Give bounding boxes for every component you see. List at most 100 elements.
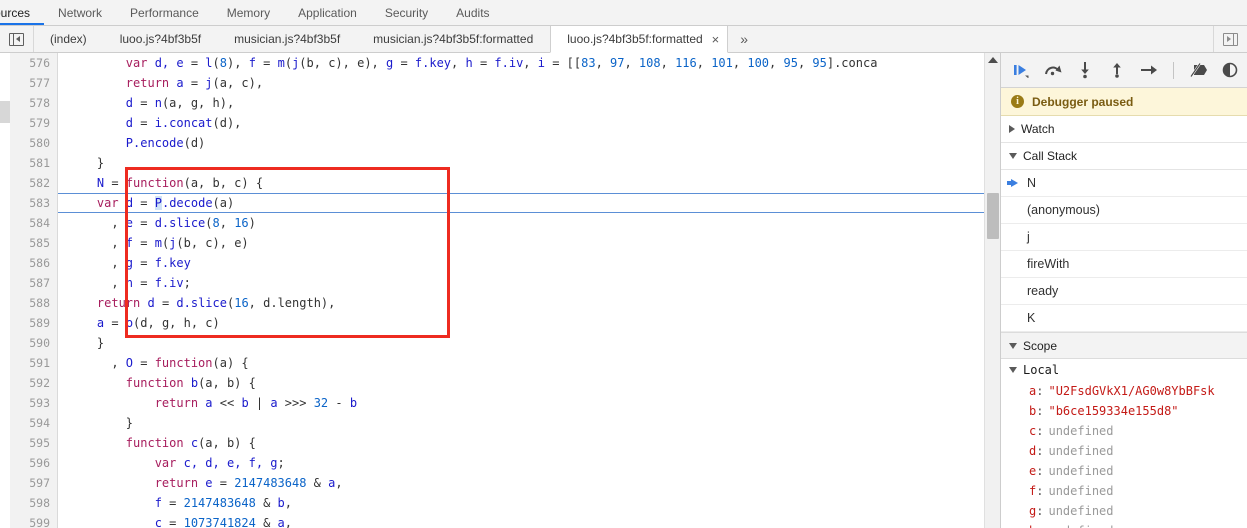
line-number[interactable]: 577 <box>10 73 58 93</box>
code-line[interactable]: 587 , h = f.iv; <box>10 273 984 293</box>
code-line[interactable]: 578 d = n(a, g, h), <box>10 93 984 113</box>
code-line-text[interactable]: d = n(a, g, h), <box>58 93 984 113</box>
line-number[interactable]: 583 <box>10 193 58 213</box>
code-line[interactable]: 598 f = 2147483648 & b, <box>10 493 984 513</box>
more-tabs-button[interactable]: » <box>728 26 760 52</box>
line-number[interactable]: 594 <box>10 413 58 433</box>
code-line-text[interactable]: , f = m(j(b, c), e) <box>58 233 984 253</box>
scope-section-header[interactable]: Scope <box>1001 332 1247 359</box>
code-line[interactable]: 577 return a = j(a, c), <box>10 73 984 93</box>
code-line[interactable]: 583 var d = P.decode(a) <box>10 193 984 213</box>
step-out-of-current-function-button[interactable] <box>1106 59 1128 81</box>
line-number[interactable]: 599 <box>10 513 58 528</box>
pause-on-exceptions-button[interactable] <box>1219 59 1241 81</box>
editor-left-rail[interactable] <box>0 53 10 528</box>
line-number[interactable]: 593 <box>10 393 58 413</box>
line-number[interactable]: 579 <box>10 113 58 133</box>
scrollbar-thumb[interactable] <box>987 193 999 239</box>
code-line-text[interactable]: return a = j(a, c), <box>58 73 984 93</box>
code-line[interactable]: 581 } <box>10 153 984 173</box>
step-over-next-function-call-button[interactable] <box>1042 59 1064 81</box>
scope-variable-row[interactable]: b: "b6ce159334e155d8" <box>1001 401 1247 421</box>
line-number[interactable]: 589 <box>10 313 58 333</box>
code-viewport[interactable]: 576 var d, e = l(8), f = m(j(b, c), e), … <box>10 53 984 528</box>
code-line[interactable]: 580 P.encode(d) <box>10 133 984 153</box>
code-line[interactable]: 594 } <box>10 413 984 433</box>
code-line[interactable]: 586 , g = f.key <box>10 253 984 273</box>
scope-variable-row[interactable]: g: undefined <box>1001 501 1247 521</box>
file-tab-musician-js[interactable]: musician.js?4bf3b5f <box>218 26 357 52</box>
left-rail-thumb[interactable] <box>0 101 10 123</box>
watch-section-header[interactable]: Watch <box>1001 116 1247 143</box>
line-number[interactable]: 590 <box>10 333 58 353</box>
code-line-text[interactable]: P.encode(d) <box>58 133 984 153</box>
file-tab-index[interactable]: (index) <box>34 26 104 52</box>
line-number[interactable]: 581 <box>10 153 58 173</box>
code-line[interactable]: 588 return d = d.slice(16, d.length), <box>10 293 984 313</box>
code-line[interactable]: 591 , O = function(a) { <box>10 353 984 373</box>
line-number[interactable]: 591 <box>10 353 58 373</box>
file-tab-luoo-js-formatted[interactable]: luoo.js?4bf3b5f:formatted × <box>550 26 729 53</box>
code-line-text[interactable]: f = 2147483648 & b, <box>58 493 984 513</box>
code-line[interactable]: 599 c = 1073741824 & a, <box>10 513 984 528</box>
call-stack-frame[interactable]: (anonymous) <box>1001 197 1247 224</box>
code-line-text[interactable]: } <box>58 413 984 433</box>
line-number[interactable]: 586 <box>10 253 58 273</box>
code-line-text[interactable]: , g = f.key <box>58 253 984 273</box>
code-line-text[interactable]: var c, d, e, f, g; <box>58 453 984 473</box>
panel-tab-network[interactable]: Network <box>44 0 116 25</box>
line-number[interactable]: 587 <box>10 273 58 293</box>
line-number[interactable]: 595 <box>10 433 58 453</box>
step-into-next-function-call-button[interactable] <box>1074 59 1096 81</box>
code-line-text[interactable]: } <box>58 153 984 173</box>
panel-tab-security[interactable]: Security <box>371 0 442 25</box>
code-line[interactable]: 584 , e = d.slice(8, 16) <box>10 213 984 233</box>
code-line-text[interactable]: return e = 2147483648 & a, <box>58 473 984 493</box>
code-line-text[interactable]: , h = f.iv; <box>58 273 984 293</box>
line-number[interactable]: 585 <box>10 233 58 253</box>
code-line-text[interactable]: } <box>58 333 984 353</box>
code-line-text[interactable]: a = o(d, g, h, c) <box>58 313 984 333</box>
call-stack-section-header[interactable]: Call Stack <box>1001 143 1247 170</box>
call-stack-frame[interactable]: j <box>1001 224 1247 251</box>
line-number[interactable]: 588 <box>10 293 58 313</box>
code-line[interactable]: 597 return e = 2147483648 & a, <box>10 473 984 493</box>
code-line-text[interactable]: , e = d.slice(8, 16) <box>58 213 984 233</box>
line-number[interactable]: 592 <box>10 373 58 393</box>
panel-tab-performance[interactable]: Performance <box>116 0 213 25</box>
line-number[interactable]: 596 <box>10 453 58 473</box>
scope-variable-row[interactable]: c: undefined <box>1001 421 1247 441</box>
show-debugger-sidebar-button[interactable] <box>1213 26 1247 52</box>
line-number[interactable]: 578 <box>10 93 58 113</box>
code-line-text[interactable]: var d, e = l(8), f = m(j(b, c), e), g = … <box>58 53 984 73</box>
code-line-text[interactable]: N = function(a, b, c) { <box>58 173 984 193</box>
code-line[interactable]: 576 var d, e = l(8), f = m(j(b, c), e), … <box>10 53 984 73</box>
code-line-text[interactable]: return a << b | a >>> 32 - b <box>58 393 984 413</box>
code-line-text[interactable]: function b(a, b) { <box>58 373 984 393</box>
code-line-text[interactable]: var d = P.decode(a) <box>58 193 984 213</box>
deactivate-breakpoints-button[interactable] <box>1187 59 1209 81</box>
code-line-text[interactable]: return d = d.slice(16, d.length), <box>58 293 984 313</box>
scope-variable-row[interactable]: f: undefined <box>1001 481 1247 501</box>
line-number[interactable]: 584 <box>10 213 58 233</box>
code-line[interactable]: 582 N = function(a, b, c) { <box>10 173 984 193</box>
show-navigator-button[interactable] <box>0 26 34 52</box>
step-button[interactable] <box>1138 59 1160 81</box>
editor-vertical-scrollbar[interactable] <box>984 53 1000 528</box>
code-line-text[interactable]: , O = function(a) { <box>58 353 984 373</box>
line-number[interactable]: 582 <box>10 173 58 193</box>
line-number[interactable]: 598 <box>10 493 58 513</box>
close-icon[interactable]: × <box>712 33 720 46</box>
scope-variable-row[interactable]: a: "U2FsdGVkX1/AG0w8YbBFsk <box>1001 381 1247 401</box>
call-stack-frame[interactable]: ready <box>1001 278 1247 305</box>
line-number[interactable]: 597 <box>10 473 58 493</box>
code-line[interactable]: 585 , f = m(j(b, c), e) <box>10 233 984 253</box>
code-line-text[interactable]: d = i.concat(d), <box>58 113 984 133</box>
code-line[interactable]: 596 var c, d, e, f, g; <box>10 453 984 473</box>
call-stack-frame[interactable]: K <box>1001 305 1247 332</box>
panel-tab-sources[interactable]: ources <box>0 0 45 25</box>
line-number[interactable]: 580 <box>10 133 58 153</box>
line-number[interactable]: 576 <box>10 53 58 73</box>
code-line-text[interactable]: function c(a, b) { <box>58 433 984 453</box>
file-tab-luoo-js[interactable]: luoo.js?4bf3b5f <box>104 26 218 52</box>
